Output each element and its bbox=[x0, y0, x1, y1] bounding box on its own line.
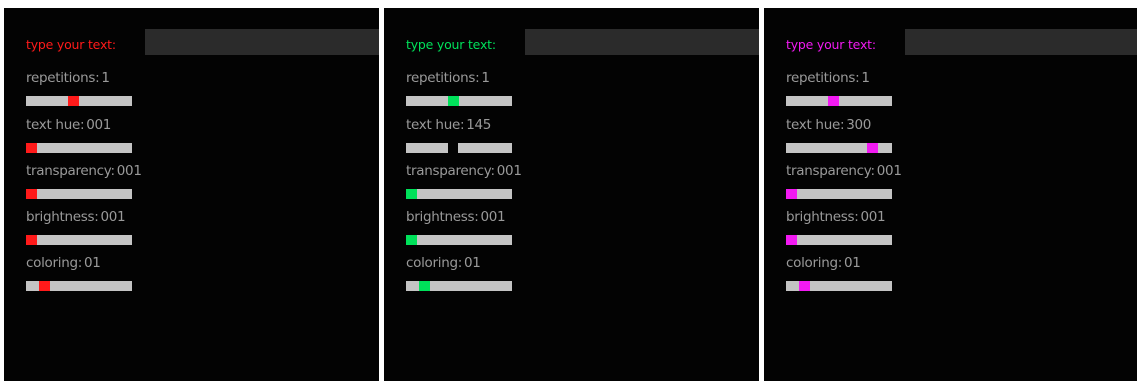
transparency-control: transparency: 001 bbox=[406, 163, 606, 203]
repetitions-slider[interactable] bbox=[406, 96, 512, 106]
prompt-label: type your text: bbox=[26, 37, 116, 52]
panel-green: type your text: repetitions: 1 text hue: 1… bbox=[384, 8, 759, 381]
transparency-label: transparency: bbox=[26, 163, 115, 179]
slider-track[interactable] bbox=[406, 235, 512, 245]
slider-thumb[interactable] bbox=[786, 189, 797, 199]
transparency-value: 001 bbox=[876, 163, 902, 179]
slider-thumb[interactable] bbox=[799, 281, 810, 291]
slider-track[interactable] bbox=[26, 235, 132, 245]
repetitions-value: 1 bbox=[481, 70, 490, 86]
coloring-label: coloring: bbox=[406, 255, 462, 271]
repetitions-label: repetitions: bbox=[786, 70, 860, 86]
coloring-label: coloring: bbox=[786, 255, 842, 271]
panel-strip: type your text: repetitions: 1 text hue: 0… bbox=[0, 0, 1137, 381]
slider-track[interactable] bbox=[786, 96, 892, 106]
brightness-slider[interactable] bbox=[26, 235, 132, 245]
text-input[interactable] bbox=[145, 29, 379, 55]
brightness-label: brightness: bbox=[406, 209, 479, 225]
slider-thumb[interactable] bbox=[406, 235, 417, 245]
prompt-label: type your text: bbox=[406, 37, 496, 52]
brightness-control: brightness: 001 bbox=[26, 209, 226, 249]
repetitions-slider[interactable] bbox=[26, 96, 132, 106]
slider-track[interactable] bbox=[26, 96, 132, 106]
transparency-label: transparency: bbox=[786, 163, 875, 179]
coloring-control: coloring: 01 bbox=[26, 255, 226, 295]
text-hue-control: text hue: 001 bbox=[26, 117, 226, 157]
slider-thumb[interactable] bbox=[448, 96, 459, 106]
transparency-value: 001 bbox=[496, 163, 522, 179]
transparency-control: transparency: 001 bbox=[786, 163, 986, 203]
prompt-label: type your text: bbox=[786, 37, 876, 52]
coloring-value: 01 bbox=[83, 255, 101, 271]
brightness-slider[interactable] bbox=[406, 235, 512, 245]
slider-thumb[interactable] bbox=[68, 96, 79, 106]
slider-thumb[interactable] bbox=[26, 235, 37, 245]
text-hue-value: 001 bbox=[86, 117, 112, 133]
slider-thumb[interactable] bbox=[828, 96, 839, 106]
slider-thumb[interactable] bbox=[448, 143, 458, 153]
text-hue-value: 145 bbox=[466, 117, 492, 133]
coloring-control: coloring: 01 bbox=[406, 255, 606, 295]
repetitions-control: repetitions: 1 bbox=[26, 70, 226, 110]
brightness-value: 001 bbox=[480, 209, 506, 225]
repetitions-label: repetitions: bbox=[406, 70, 480, 86]
slider-track[interactable] bbox=[786, 189, 892, 199]
coloring-slider[interactable] bbox=[406, 281, 512, 291]
slider-thumb[interactable] bbox=[26, 189, 37, 199]
slider-track[interactable] bbox=[406, 96, 512, 106]
text-hue-slider[interactable] bbox=[406, 143, 512, 153]
coloring-value: 01 bbox=[843, 255, 861, 271]
coloring-value: 01 bbox=[463, 255, 481, 271]
text-hue-control: text hue: 300 bbox=[786, 117, 986, 157]
repetitions-value: 1 bbox=[101, 70, 110, 86]
repetitions-slider[interactable] bbox=[786, 96, 892, 106]
coloring-label: coloring: bbox=[26, 255, 82, 271]
text-hue-value: 300 bbox=[846, 117, 872, 133]
transparency-slider[interactable] bbox=[26, 189, 132, 199]
slider-thumb[interactable] bbox=[406, 189, 417, 199]
brightness-control: brightness: 001 bbox=[786, 209, 986, 249]
slider-track[interactable] bbox=[26, 143, 132, 153]
panel-red: type your text: repetitions: 1 text hue: 0… bbox=[4, 8, 379, 381]
brightness-label: brightness: bbox=[26, 209, 99, 225]
brightness-value: 001 bbox=[860, 209, 886, 225]
slider-thumb[interactable] bbox=[419, 281, 430, 291]
slider-thumb[interactable] bbox=[867, 143, 878, 153]
repetitions-control: repetitions: 1 bbox=[406, 70, 606, 110]
repetitions-label: repetitions: bbox=[26, 70, 100, 86]
slider-track[interactable] bbox=[406, 143, 512, 153]
text-hue-slider[interactable] bbox=[26, 143, 132, 153]
coloring-control: coloring: 01 bbox=[786, 255, 986, 295]
transparency-slider[interactable] bbox=[786, 189, 892, 199]
text-input[interactable] bbox=[525, 29, 759, 55]
text-hue-label: text hue: bbox=[786, 117, 845, 133]
brightness-label: brightness: bbox=[786, 209, 859, 225]
transparency-control: transparency: 001 bbox=[26, 163, 226, 203]
slider-track[interactable] bbox=[786, 235, 892, 245]
coloring-slider[interactable] bbox=[26, 281, 132, 291]
slider-track[interactable] bbox=[26, 189, 132, 199]
brightness-slider[interactable] bbox=[786, 235, 892, 245]
text-hue-control: text hue: 145 bbox=[406, 117, 606, 157]
transparency-label: transparency: bbox=[406, 163, 495, 179]
panel-magenta: type your text: repetitions: 1 text hue: 3… bbox=[764, 8, 1137, 381]
brightness-control: brightness: 001 bbox=[406, 209, 606, 249]
brightness-value: 001 bbox=[100, 209, 126, 225]
coloring-slider[interactable] bbox=[786, 281, 892, 291]
text-hue-label: text hue: bbox=[406, 117, 465, 133]
transparency-slider[interactable] bbox=[406, 189, 512, 199]
text-hue-slider[interactable] bbox=[786, 143, 892, 153]
slider-thumb[interactable] bbox=[39, 281, 50, 291]
slider-thumb[interactable] bbox=[786, 235, 797, 245]
text-hue-label: text hue: bbox=[26, 117, 85, 133]
repetitions-control: repetitions: 1 bbox=[786, 70, 986, 110]
text-input[interactable] bbox=[905, 29, 1137, 55]
slider-track[interactable] bbox=[406, 189, 512, 199]
transparency-value: 001 bbox=[116, 163, 142, 179]
slider-thumb[interactable] bbox=[26, 143, 37, 153]
repetitions-value: 1 bbox=[861, 70, 870, 86]
